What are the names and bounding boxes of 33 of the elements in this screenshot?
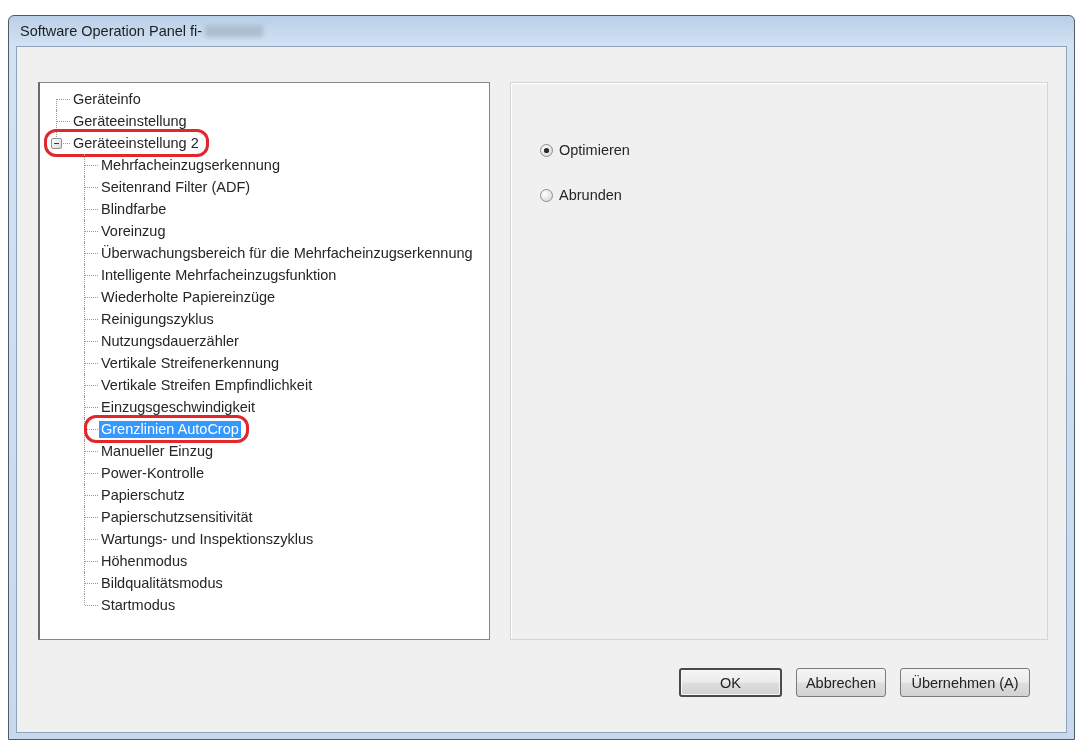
cancel-button[interactable]: Abbrechen (796, 668, 886, 697)
radio-icon[interactable] (540, 143, 553, 157)
tree-item[interactable]: Blindfarbe (99, 200, 169, 218)
tree-item[interactable]: Höhenmodus (99, 552, 190, 570)
tree-item[interactable]: Wartungs- und Inspektionszyklus (99, 530, 316, 548)
tree-item[interactable]: Nutzungsdauerzähler (99, 332, 241, 350)
tree-item[interactable]: Vertikale Streifen Empfindlichkeit (99, 376, 315, 394)
apply-button[interactable]: Übernehmen (A) (900, 668, 1030, 697)
tree-item[interactable]: Geräteeinstellung (71, 112, 189, 130)
tree-item[interactable]: Power-Kontrolle (99, 464, 207, 482)
tree-item[interactable]: Bildqualitätsmodus (99, 574, 225, 592)
tree-item[interactable]: Geräteinfo (71, 90, 143, 108)
tree-item[interactable]: Intelligente Mehrfacheinzugsfunktion (99, 266, 339, 284)
radio-option[interactable]: Optimieren (540, 140, 630, 160)
collapse-icon[interactable] (51, 138, 62, 149)
ok-button[interactable]: OK (679, 668, 782, 697)
radio-icon[interactable] (540, 188, 553, 202)
tree-item[interactable]: Papierschutz (99, 486, 187, 504)
tree-item[interactable]: Überwachungsbereich für die Mehrfacheinzugserkennung (99, 244, 475, 262)
tree-item[interactable]: Mehrfacheinzugserkennung (99, 156, 282, 174)
tree-item[interactable]: Geräteeinstellung 2 (71, 134, 201, 152)
tree-item[interactable]: Voreinzug (99, 222, 168, 240)
tree-item[interactable]: Vertikale Streifenerkennung (99, 354, 282, 372)
tree-item[interactable]: Reinigungszyklus (99, 310, 216, 328)
tree-item[interactable]: Manueller Einzug (99, 442, 216, 460)
tree-item[interactable]: Einzugsgeschwindigkeit (99, 398, 257, 416)
tree-item[interactable]: Startmodus (99, 596, 178, 614)
tree-item[interactable]: Wiederholte Papiereinzüge (99, 288, 278, 306)
tree-item[interactable]: Papierschutzsensitivität (99, 508, 255, 526)
tree-item[interactable]: Seitenrand Filter (ADF) (99, 178, 253, 196)
blurred-block (205, 25, 264, 37)
radio-option[interactable]: Abrunden (540, 185, 622, 205)
window-title: Software Operation Panel fi- (20, 23, 203, 39)
